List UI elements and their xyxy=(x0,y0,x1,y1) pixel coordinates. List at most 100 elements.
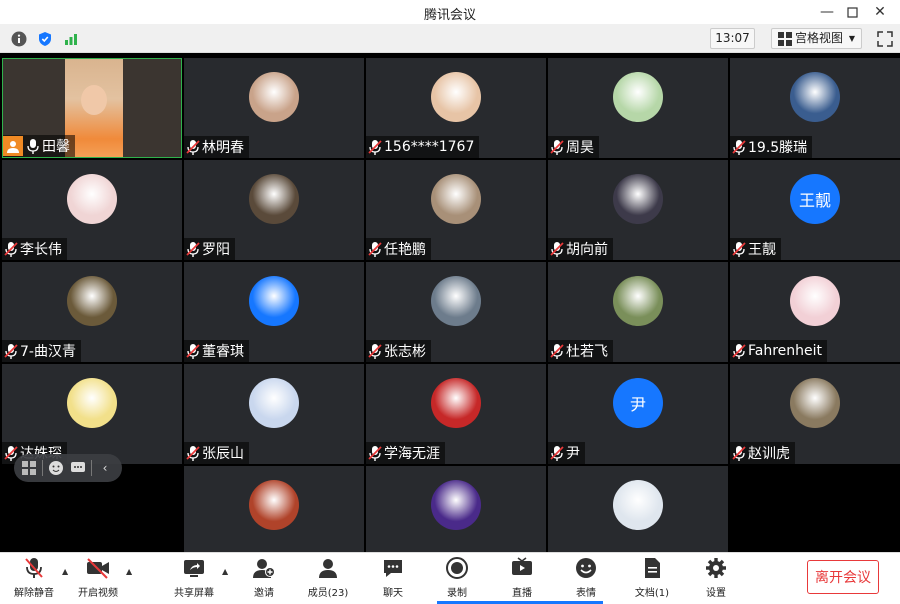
chat-bubble-icon[interactable] xyxy=(69,459,87,477)
layout-icon[interactable] xyxy=(20,459,38,477)
participant-nametag: 7-曲汉青 xyxy=(2,340,81,362)
live-tv-icon xyxy=(509,555,535,581)
participant-tile[interactable]: 罗阳 xyxy=(184,160,364,260)
window-title: 腾讯会议 xyxy=(423,8,476,23)
avatar xyxy=(249,378,299,428)
participant-name: 张辰山 xyxy=(202,446,244,462)
participant-tile[interactable]: 张志彬 xyxy=(366,262,546,362)
participant-name: 董睿琪 xyxy=(202,344,244,360)
avatar xyxy=(613,174,663,224)
avatar xyxy=(249,276,299,326)
participant-name: 张志彬 xyxy=(384,344,426,360)
meeting-clock: 13:07 xyxy=(710,28,755,49)
live-label: 直播 xyxy=(512,588,532,599)
participant-name: 李长伟 xyxy=(20,242,62,258)
participant-tile[interactable]: 杜若飞 xyxy=(548,262,728,362)
participant-name: 19.5滕瑞 xyxy=(748,140,808,156)
avatar xyxy=(249,480,299,530)
maximize-button[interactable] xyxy=(840,0,864,24)
participant-tile[interactable]: 林明春 xyxy=(184,58,364,158)
settings-button[interactable]: 设置 xyxy=(696,555,736,601)
participant-tile[interactable]: 董睿琪 xyxy=(184,262,364,362)
avatar-initials: 王靓 xyxy=(798,191,831,210)
avatar xyxy=(613,276,663,326)
minimize-button[interactable]: — xyxy=(815,0,839,24)
close-button[interactable]: ✕ xyxy=(868,0,892,24)
participant-name: 7-曲汉青 xyxy=(20,344,76,360)
participant-nametag: 张志彬 xyxy=(366,340,431,362)
members-button[interactable]: 成员(23) xyxy=(304,555,352,601)
mic-muted-icon xyxy=(368,343,382,359)
chat-button[interactable]: 聊天 xyxy=(373,555,413,601)
share-screen-button[interactable]: 共享屏幕 xyxy=(170,555,218,601)
participant-name: 田馨 xyxy=(42,139,70,155)
record-button[interactable]: 录制 xyxy=(437,555,477,601)
participant-tile[interactable]: 学海无涯 xyxy=(366,364,546,464)
participant-tile[interactable]: 赵训虎 xyxy=(730,364,900,464)
gear-icon xyxy=(703,555,729,581)
video-options-caret[interactable]: ▲ xyxy=(126,567,134,576)
meeting-infobar: 13:07 宫格视图 ▼ xyxy=(0,24,900,53)
participant-tile[interactable]: 周昊 xyxy=(548,58,728,158)
avatar-initials: 尹 xyxy=(629,395,646,414)
reactions-button[interactable]: 表情 xyxy=(566,555,606,601)
avatar xyxy=(249,174,299,224)
participant-name: 156****1767 xyxy=(384,139,475,155)
participant-tile[interactable]: 达姝琛 xyxy=(2,364,182,464)
floating-chat-control[interactable]: ‹ xyxy=(14,454,122,482)
audio-options-caret[interactable]: ▲ xyxy=(62,567,70,576)
unmute-button[interactable]: 解除静音 xyxy=(10,555,58,601)
chevron-down-icon: ▼ xyxy=(848,34,855,43)
participant-tile[interactable]: 田馨 xyxy=(2,58,182,158)
participant-grid: 田馨 林明春 156****1767 周昊 19.5滕瑞李长伟 罗阳 任艳鹏 胡向前 王靓 王靓 7… xyxy=(0,56,900,552)
collapse-chevron-icon[interactable]: ‹ xyxy=(96,459,114,477)
participant-tile[interactable] xyxy=(548,466,728,552)
participant-tile[interactable]: 7-曲汉青 xyxy=(2,262,182,362)
grid-view-icon xyxy=(778,32,792,46)
docs-button[interactable]: 文档(1) xyxy=(630,555,674,601)
mic-muted-icon xyxy=(368,139,382,155)
view-mode-select[interactable]: 宫格视图 ▼ xyxy=(771,28,862,49)
chat-label: 聊天 xyxy=(383,588,403,599)
live-button[interactable]: 直播 xyxy=(502,555,542,601)
participant-tile[interactable]: 19.5滕瑞 xyxy=(730,58,900,158)
invite-label: 邀请 xyxy=(254,588,274,599)
participant-nametag: 田馨 xyxy=(3,135,75,157)
avatar xyxy=(613,72,663,122)
avatar xyxy=(431,174,481,224)
participant-tile[interactable]: 张辰山 xyxy=(184,364,364,464)
mic-muted-icon xyxy=(732,139,746,155)
participant-tile[interactable]: 156****1767 xyxy=(366,58,546,158)
participant-tile[interactable] xyxy=(366,466,546,552)
fullscreen-icon[interactable] xyxy=(876,30,894,48)
camera-off-icon xyxy=(85,555,111,581)
window-titlebar: 腾讯会议 — ✕ xyxy=(0,0,900,24)
participant-nametag: 张辰山 xyxy=(184,442,249,464)
participant-tile[interactable]: 王靓 王靓 xyxy=(730,160,900,260)
leave-meeting-button[interactable]: 离开会议 xyxy=(807,560,879,594)
participant-tile[interactable]: 李长伟 xyxy=(2,160,182,260)
maximize-icon xyxy=(846,6,858,18)
emoji-icon[interactable] xyxy=(47,459,65,477)
view-mode-label: 宫格视图 xyxy=(795,31,844,45)
empty-cell xyxy=(730,466,900,552)
avatar xyxy=(67,378,117,428)
start-video-button[interactable]: 开启视频 xyxy=(74,555,122,601)
participant-tile[interactable] xyxy=(184,466,364,552)
mic-muted-icon xyxy=(732,241,746,257)
invite-button[interactable]: 邀请 xyxy=(244,555,284,601)
share-options-caret[interactable]: ▲ xyxy=(222,567,230,576)
security-shield-icon[interactable] xyxy=(36,30,54,48)
network-signal-icon[interactable] xyxy=(62,30,80,48)
avatar xyxy=(249,72,299,122)
avatar xyxy=(790,72,840,122)
participant-tile[interactable]: 任艳鹏 xyxy=(366,160,546,260)
participant-nametag: 19.5滕瑞 xyxy=(730,136,813,158)
participant-tile[interactable]: 胡向前 xyxy=(548,160,728,260)
participant-tile[interactable]: Fahrenheit xyxy=(730,262,900,362)
participant-tile[interactable]: 尹尹 xyxy=(548,364,728,464)
record-label: 录制 xyxy=(447,588,467,599)
participant-nametag: 任艳鹏 xyxy=(366,238,431,260)
info-icon[interactable] xyxy=(10,30,28,48)
start-video-label: 开启视频 xyxy=(78,588,118,599)
